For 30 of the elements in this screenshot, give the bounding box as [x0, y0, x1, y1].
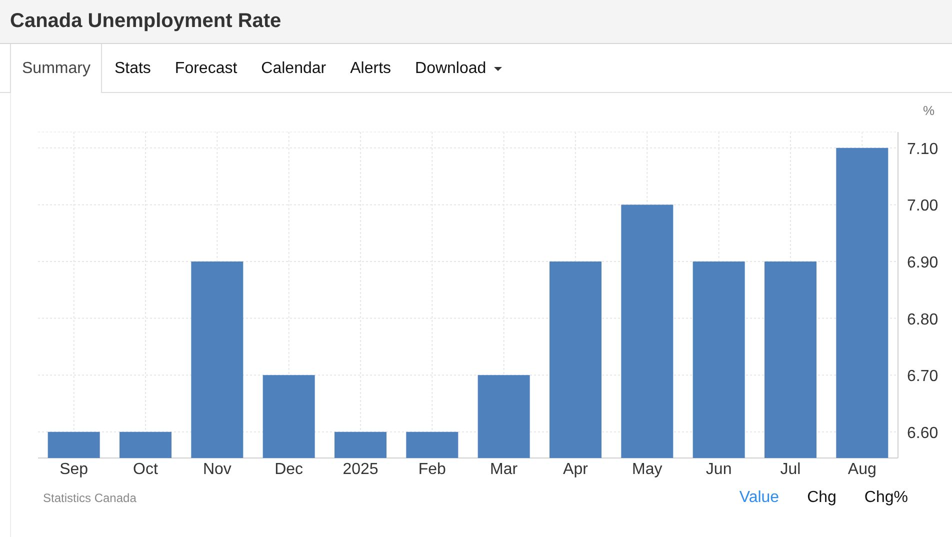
tab[interactable]: Calendar — [249, 44, 338, 93]
view-toggle[interactable]: Chg — [807, 489, 836, 507]
axis-label: 6.90 — [907, 254, 938, 272]
axis-label: Mar — [490, 461, 518, 478]
axis-label: Nov — [202, 461, 232, 478]
tab[interactable]: Summary — [10, 44, 102, 93]
axis-label: 7.10 — [907, 140, 938, 158]
tab[interactable]: Stats — [102, 44, 163, 93]
axis-label: Oct — [133, 461, 158, 478]
tab[interactable]: Alerts — [338, 44, 404, 93]
page-title: Canada Unemployment Rate — [10, 10, 282, 33]
unit-label: % — [923, 103, 935, 118]
axis-label: Aug — [848, 461, 876, 478]
source-label: Statistics Canada — [43, 491, 136, 505]
axis-label: 6.80 — [907, 311, 938, 328]
axis-label: Apr — [563, 461, 588, 478]
axis-label: Dec — [274, 461, 304, 478]
axis-label: May — [632, 461, 662, 478]
axis-label: Feb — [418, 461, 446, 478]
axis-label: 7.00 — [907, 198, 938, 215]
tab[interactable]: Forecast — [162, 44, 250, 93]
axis-label: Sep — [60, 461, 88, 478]
view-toggle[interactable]: Chg% — [864, 489, 908, 507]
tab[interactable]: Download — [403, 44, 514, 93]
axis-label: 2025 — [342, 461, 378, 478]
axis-label: 6.70 — [907, 368, 938, 386]
axis-label: Jul — [780, 461, 801, 478]
caret-icon — [494, 67, 502, 71]
axis-label: Jun — [706, 461, 732, 478]
axis-label: 6.60 — [907, 424, 938, 442]
